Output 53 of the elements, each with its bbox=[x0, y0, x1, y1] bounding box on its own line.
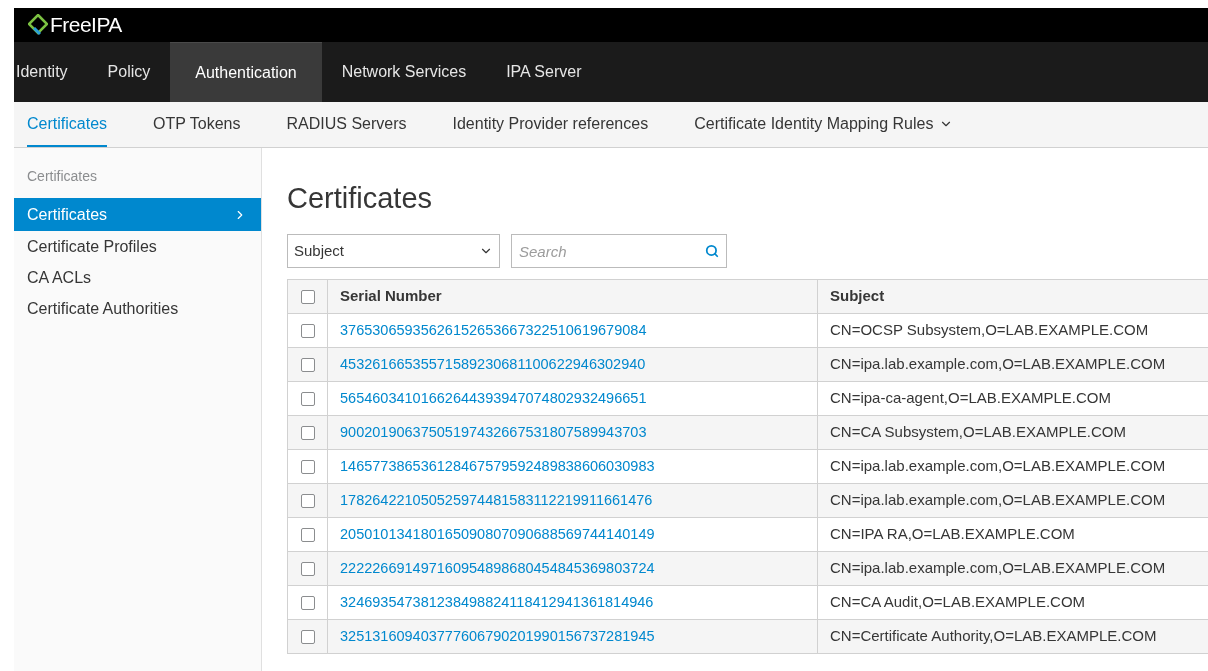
checkbox[interactable] bbox=[300, 323, 315, 338]
sidebar-item[interactable]: CA ACLs bbox=[14, 262, 261, 293]
sidebar-item[interactable]: Certificate Authorities bbox=[14, 293, 261, 324]
checkbox[interactable] bbox=[300, 459, 315, 474]
brand-name: FreeIPA bbox=[50, 12, 122, 39]
filter-select[interactable]: Subject bbox=[287, 234, 500, 268]
subject-cell: CN=Certificate Authority,O=LAB.EXAMPLE.COM bbox=[830, 627, 1157, 645]
subject-cell: CN=IPA RA,O=LAB.EXAMPLE.COM bbox=[830, 525, 1075, 543]
subject-cell: CN=ipa.lab.example.com,O=LAB.EXAMPLE.COM bbox=[830, 457, 1166, 475]
subject-cell: CN=ipa.lab.example.com,O=LAB.EXAMPLE.COM bbox=[830, 491, 1166, 509]
serial-number-link[interactable]: 45326166535571589230681100622946302940 bbox=[340, 356, 646, 373]
serial-number-link[interactable]: 325131609403777606790201990156737281945 bbox=[340, 628, 655, 645]
checkbox[interactable] bbox=[300, 391, 315, 406]
serial-number-link[interactable]: 56546034101662644393947074802932496651 bbox=[340, 390, 647, 407]
subject-cell: CN=CA Subsystem,O=LAB.EXAMPLE.COM bbox=[830, 423, 1126, 441]
nav-tab[interactable]: Network Services bbox=[321, 42, 487, 102]
column-header[interactable]: Subject bbox=[830, 287, 885, 305]
sub-nav-tab[interactable]: Identity Provider references bbox=[452, 102, 649, 147]
checkbox[interactable] bbox=[300, 425, 315, 440]
sidebar-heading: Certificates bbox=[26, 167, 99, 186]
sub-nav-tab[interactable]: OTP Tokens bbox=[153, 102, 241, 147]
search-field[interactable]: Search bbox=[511, 234, 727, 268]
serial-number-link[interactable]: 178264221050525974481583112219911661476 bbox=[340, 492, 653, 509]
serial-number-link[interactable]: 37653065935626152653667322510619679084 bbox=[340, 322, 647, 339]
subject-cell: CN=ipa.lab.example.com,O=LAB.EXAMPLE.COM bbox=[830, 355, 1166, 373]
subject-cell: CN=CA Audit,O=LAB.EXAMPLE.COM bbox=[830, 593, 1086, 611]
sidebar-item[interactable]: Certificate Profiles bbox=[14, 231, 261, 262]
subject-cell: CN=OCSP Subsystem,O=LAB.EXAMPLE.COM bbox=[830, 321, 1149, 339]
serial-number-link[interactable]: 90020190637505197432667531807589943703 bbox=[340, 424, 647, 441]
nav-tab[interactable]: Identity bbox=[14, 42, 88, 102]
serial-number-link[interactable]: 222226691497160954898680454845369803724 bbox=[340, 560, 655, 577]
checkbox[interactable] bbox=[300, 357, 315, 372]
nav-tab[interactable]: Authentication bbox=[170, 42, 322, 102]
nav-tab[interactable]: Policy bbox=[87, 42, 171, 102]
nav-tab[interactable]: IPA Server bbox=[486, 42, 602, 102]
sidebar-item[interactable]: Certificates bbox=[14, 198, 261, 231]
subject-cell: CN=ipa-ca-agent,O=LAB.EXAMPLE.COM bbox=[830, 389, 1111, 407]
search-icon[interactable] bbox=[705, 244, 719, 258]
serial-number-link[interactable]: 324693547381238498824118412941361814946 bbox=[340, 594, 654, 611]
checkbox[interactable] bbox=[300, 629, 315, 644]
column-header[interactable]: Serial Number bbox=[340, 287, 442, 305]
checkbox[interactable] bbox=[300, 595, 315, 610]
serial-number-link[interactable]: 146577386536128467579592489838606030983 bbox=[340, 458, 655, 475]
sub-nav-tab[interactable]: Certificate Identity Mapping Rules bbox=[694, 102, 954, 147]
checkbox[interactable] bbox=[300, 561, 315, 576]
checkbox[interactable] bbox=[300, 493, 315, 508]
page-title: Certificates bbox=[287, 181, 434, 216]
logo-icon bbox=[28, 14, 48, 36]
serial-number-link[interactable]: 205010134180165090807090688569744140149 bbox=[340, 526, 655, 543]
checkbox[interactable] bbox=[300, 289, 315, 304]
sub-nav-tab[interactable]: RADIUS Servers bbox=[286, 102, 407, 147]
subject-cell: CN=ipa.lab.example.com,O=LAB.EXAMPLE.COM bbox=[830, 559, 1166, 577]
checkbox[interactable] bbox=[300, 527, 315, 542]
